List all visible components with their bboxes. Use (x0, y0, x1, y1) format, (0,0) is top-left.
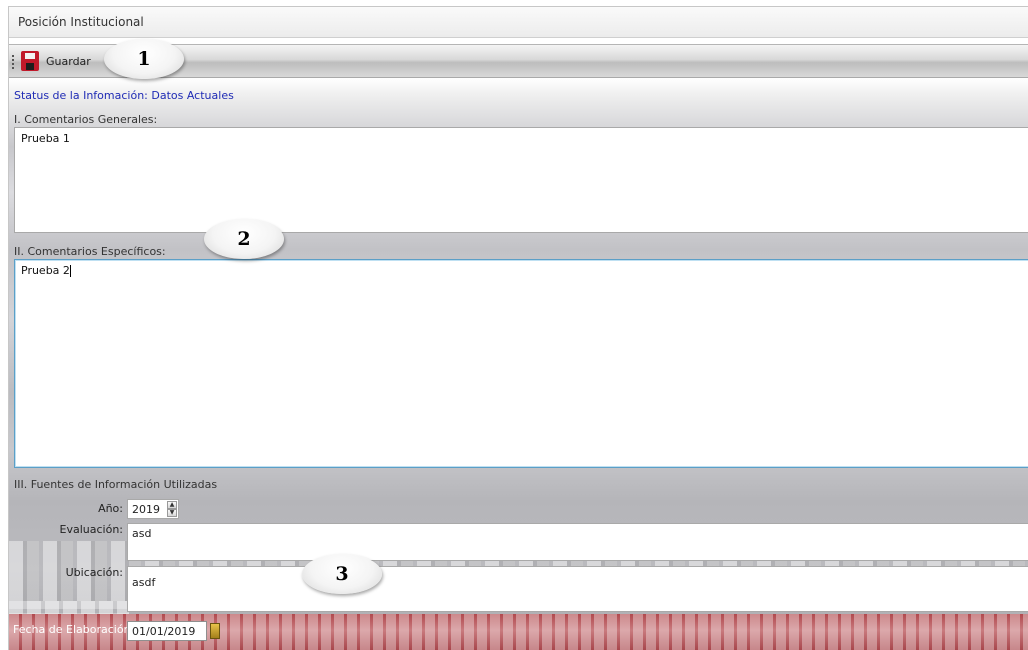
fecha-field[interactable]: 01/01/2019 (127, 621, 207, 641)
save-button[interactable]: Guardar (21, 50, 91, 72)
window-title: Posición Institucional (18, 15, 144, 29)
anio-spinner[interactable]: 2019 ▲ ▼ (127, 499, 179, 519)
ubicacion-value: asdf (132, 576, 156, 589)
calendar-icon[interactable] (210, 623, 220, 639)
status-text: Status de la Infomación: Datos Actuales (14, 89, 234, 102)
callout-2: 2 (204, 219, 284, 259)
text-caret (69, 265, 71, 277)
sources-label: III. Fuentes de Información Utilizadas (14, 478, 218, 491)
ubicacion-field[interactable]: asdf (127, 566, 1028, 612)
specific-comments-label: II. Comentarios Específicos: (14, 245, 166, 258)
specific-comments-value: Prueba 2 (21, 264, 70, 277)
floppy-disk-icon (21, 51, 39, 71)
spinner-up-icon[interactable]: ▲ (167, 501, 177, 509)
evaluacion-value: asd (132, 527, 152, 540)
evaluacion-label: Evaluación: (59, 523, 123, 536)
save-button-label: Guardar (46, 54, 91, 68)
ubicacion-label: Ubicación: (65, 566, 123, 579)
specific-comments-textarea[interactable]: Prueba 2 (14, 259, 1028, 468)
anio-label: Año: (98, 502, 123, 515)
fecha-label: Fecha de Elaboración: (13, 623, 135, 636)
app-window: Posición Institucional Guardar Status de… (8, 6, 1028, 650)
callout-3: 3 (302, 554, 382, 594)
spinner-down-icon[interactable]: ▼ (167, 509, 177, 517)
anio-value: 2019 (132, 503, 160, 516)
general-comments-label: I. Comentarios Generales: (14, 113, 158, 126)
evaluacion-field[interactable]: asd (127, 523, 1028, 561)
toolbar-grip-icon[interactable] (12, 55, 14, 69)
general-comments-value: Prueba 1 (21, 132, 70, 145)
fecha-value: 01/01/2019 (132, 625, 196, 638)
general-comments-textarea[interactable]: Prueba 1 (14, 127, 1028, 233)
title-bar: Posición Institucional (9, 7, 1028, 38)
callout-1: 1 (104, 39, 184, 79)
